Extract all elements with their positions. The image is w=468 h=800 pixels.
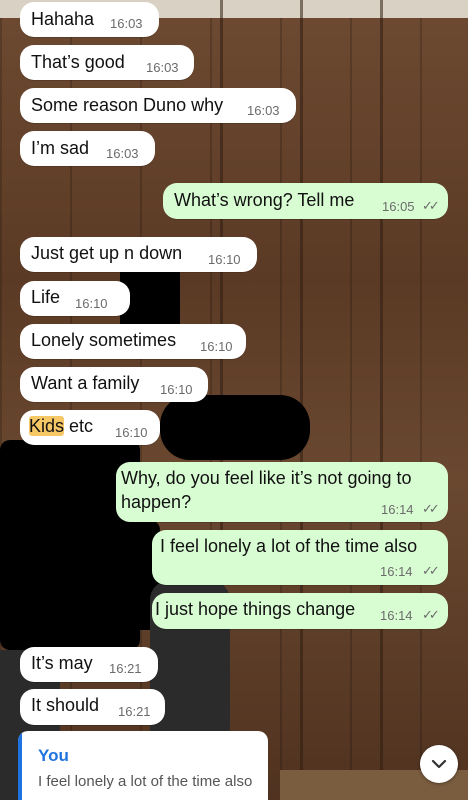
message-text-line2: happen?	[121, 492, 192, 512]
message-text: Just get up n down	[31, 243, 183, 263]
search-highlight: Kids	[29, 416, 65, 436]
message-text: Want a family	[31, 373, 140, 393]
chevron-down-icon	[431, 759, 447, 769]
message-text: Hahaha	[31, 9, 95, 29]
reply-author: You	[38, 746, 69, 765]
incoming-message[interactable]: I’m sad 16:03	[20, 131, 155, 166]
outgoing-message[interactable]: I just hope things change 16:14 ✓✓	[152, 593, 448, 629]
message-time: 16:10	[160, 382, 193, 397]
message-time: 16:14	[381, 502, 414, 517]
reply-preview[interactable]: You I feel lonely a lot of the time also	[18, 731, 268, 800]
incoming-message[interactable]: Want a family 16:10	[20, 367, 208, 402]
message-time: 16:10	[208, 252, 241, 267]
double-check-icon: ✓✓	[422, 607, 440, 622]
message-time: 16:03	[146, 60, 179, 75]
message-time: 16:21	[118, 704, 151, 719]
message-time: 16:10	[115, 425, 148, 440]
reply-accent-bar	[18, 731, 22, 800]
scroll-to-bottom-button[interactable]	[420, 745, 458, 783]
double-check-icon: ✓✓	[422, 198, 440, 213]
incoming-message[interactable]: It should 16:21	[20, 689, 165, 725]
incoming-message[interactable]: Hahaha 16:03	[20, 2, 159, 37]
message-text: Lonely sometimes	[31, 330, 177, 350]
incoming-message[interactable]: Kids etc 16:10	[20, 410, 160, 445]
incoming-message[interactable]: Lonely sometimes 16:10	[20, 324, 246, 359]
reply-quote: I feel lonely a lot of the time also	[38, 773, 253, 790]
message-text-rest: etc	[64, 416, 94, 436]
message-text: I feel lonely a lot of the time also	[160, 536, 418, 556]
incoming-message[interactable]: That’s good 16:03	[20, 45, 194, 80]
double-check-icon: ✓✓	[422, 501, 440, 516]
outgoing-message[interactable]: What’s wrong? Tell me 16:05 ✓✓	[163, 183, 448, 219]
message-text: I’m sad	[31, 138, 90, 158]
incoming-message[interactable]: Some reason Duno why 16:03	[20, 88, 296, 123]
message-text: I just hope things change	[155, 599, 356, 619]
message-time: 16:10	[75, 296, 108, 311]
message-time: 16:14	[380, 564, 413, 579]
message-text: Kids etc	[29, 416, 93, 437]
message-time: 16:10	[200, 339, 233, 354]
message-text: It should	[31, 695, 100, 715]
incoming-message[interactable]: Just get up n down 16:10	[20, 237, 257, 272]
message-time: 16:05	[382, 199, 415, 214]
outgoing-message[interactable]: Why, do you feel like it’s not going to …	[116, 462, 448, 522]
message-text: That’s good	[31, 52, 125, 72]
incoming-message[interactable]: It’s may 16:21	[20, 647, 158, 682]
incoming-message[interactable]: Life 16:10	[20, 281, 130, 316]
message-text-line1: Why, do you feel like it’s not going to	[121, 468, 412, 488]
outgoing-message[interactable]: I feel lonely a lot of the time also 16:…	[152, 530, 448, 585]
double-check-icon: ✓✓	[422, 563, 440, 578]
message-text: What’s wrong? Tell me	[174, 190, 355, 210]
message-text: Life	[31, 287, 61, 307]
message-text: It’s may	[31, 653, 93, 673]
message-text: Some reason Duno why	[31, 95, 224, 115]
message-time: 16:03	[247, 103, 280, 118]
message-time: 16:03	[106, 146, 139, 161]
message-time: 16:21	[109, 661, 142, 676]
message-time: 16:14	[380, 608, 413, 623]
message-time: 16:03	[110, 16, 143, 31]
